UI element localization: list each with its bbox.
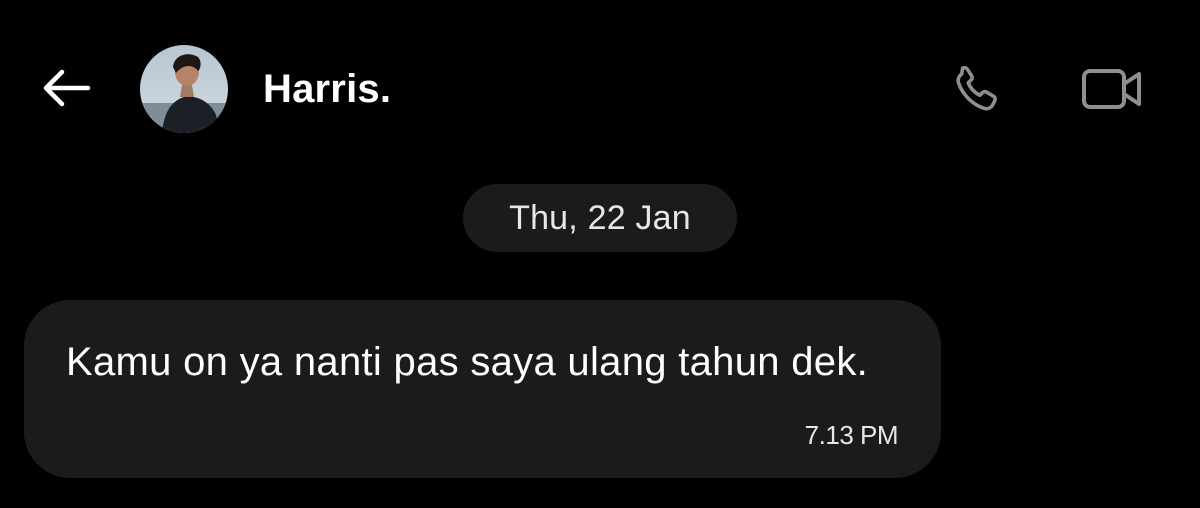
back-button[interactable] [38,62,94,114]
chat-header: Harris. [0,0,1200,175]
incoming-message-bubble[interactable]: Kamu on ya nanti pas saya ulang tahun de… [24,300,941,478]
contact-name[interactable]: Harris. [263,66,391,112]
message-text: Kamu on ya nanti pas saya ulang tahun de… [66,340,869,384]
date-separator: Thu, 22 Jan [463,184,737,252]
arrow-left-icon [43,69,91,107]
avatar[interactable] [140,45,228,133]
voice-call-button[interactable] [946,60,1008,118]
avatar-photo [140,45,228,133]
video-camera-icon [1082,69,1141,109]
message-timestamp: 7.13 PM [804,420,899,450]
video-call-button[interactable] [1078,62,1146,116]
date-separator-label: Thu, 22 Jan [509,198,691,237]
phone-icon [956,65,997,111]
